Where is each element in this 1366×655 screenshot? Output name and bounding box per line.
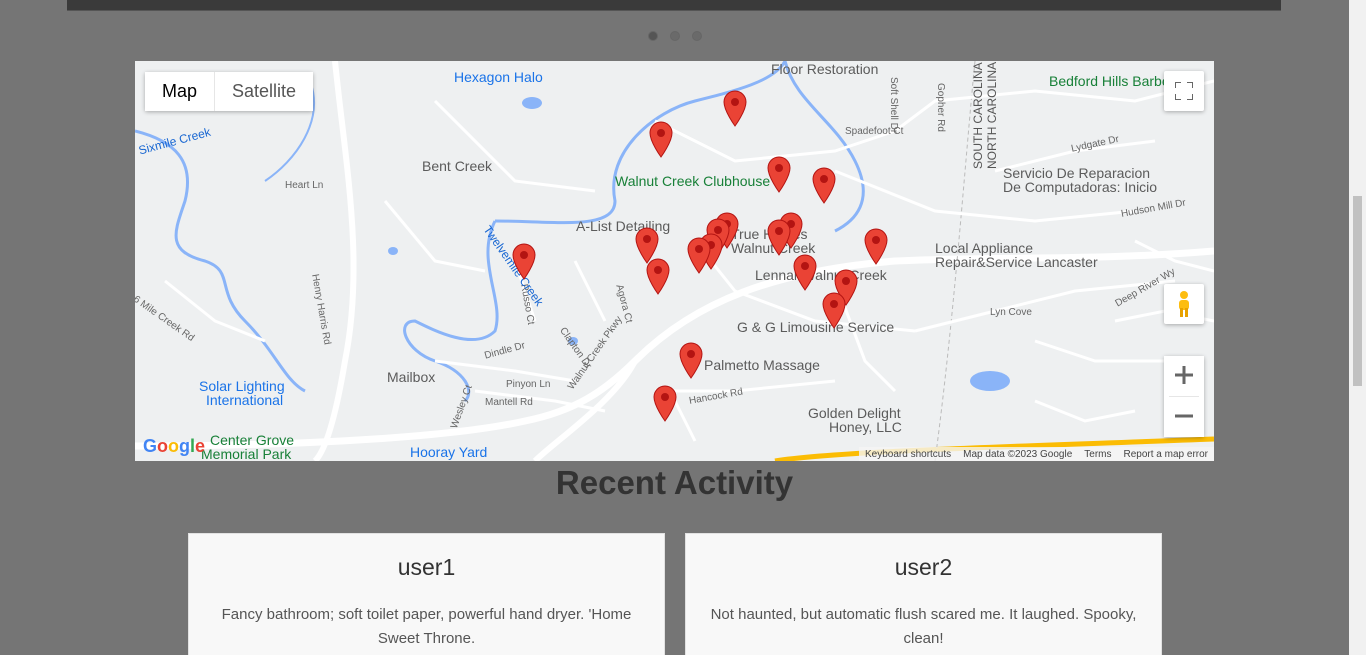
map-marker[interactable] — [766, 218, 792, 256]
map-marker[interactable] — [821, 291, 847, 329]
place-label[interactable]: Golden Delight — [808, 406, 901, 420]
map-marker[interactable] — [863, 227, 889, 265]
place-label[interactable]: Lennar Walnut Creek — [755, 268, 887, 282]
place-label[interactable]: Local Appliance — [935, 241, 1033, 255]
place-label[interactable]: Servicio De Reparacion — [1003, 166, 1150, 180]
place-label[interactable]: Center Grove — [210, 433, 294, 447]
map-data-text: Map data ©2023 Google — [963, 448, 1073, 460]
place-label[interactable]: Bent Creek — [422, 159, 492, 173]
place-label[interactable]: Palmetto Massage — [704, 358, 820, 372]
place-label[interactable]: Hexagon Halo — [454, 70, 543, 84]
place-label[interactable]: Honey, LLC — [829, 420, 902, 434]
place-label[interactable]: Floor Restoration — [771, 62, 878, 76]
page-scrollbar[interactable] — [1349, 0, 1366, 655]
street-view-pegman-button[interactable] — [1164, 284, 1204, 324]
place-label[interactable]: Walnut Creek Clubhouse — [615, 174, 770, 188]
card-review-text: Fancy bathroom; soft toilet paper, power… — [221, 606, 632, 647]
zoom-out-button[interactable] — [1164, 397, 1204, 437]
zoom-control — [1164, 356, 1204, 437]
recent-activity-title: Recent Activity — [555, 464, 794, 501]
map-type-control: Map Satellite — [145, 72, 314, 111]
activity-card: user2 Not haunted, but automatic flush s… — [685, 533, 1162, 655]
road-label: Mantell Rd — [485, 397, 533, 408]
map-marker[interactable] — [678, 341, 704, 379]
road-label: Soft Shell Dr — [888, 77, 899, 134]
place-label[interactable]: Solar Lighting — [199, 379, 285, 393]
keyboard-shortcuts-link[interactable]: Keyboard shortcuts — [865, 449, 951, 460]
card-review-text: Not haunted, but automatic flush scared … — [710, 606, 1137, 647]
zoom-in-button[interactable] — [1164, 356, 1204, 396]
map-type-satellite-button[interactable]: Satellite — [215, 72, 314, 111]
place-label[interactable]: Mailbox — [387, 370, 435, 384]
map-marker[interactable] — [811, 166, 837, 204]
map-type-map-button[interactable]: Map — [145, 72, 216, 111]
card-username: user2 — [894, 554, 953, 580]
map-marker[interactable] — [766, 155, 792, 193]
place-label[interactable]: Bedford Hills Barbe — [1049, 74, 1170, 88]
state-label: NORTH CAROLINA — [985, 61, 999, 169]
map-marker[interactable] — [686, 236, 712, 274]
fullscreen-button[interactable] — [1164, 71, 1204, 111]
terms-link[interactable]: Terms — [1084, 449, 1111, 460]
map-marker[interactable] — [792, 253, 818, 291]
map-marker[interactable] — [648, 120, 674, 158]
place-label[interactable]: De Computadoras: Inicio — [1003, 180, 1157, 194]
map-attribution: Keyboard shortcuts Map data ©2023 Google… — [858, 447, 1214, 461]
road-label: Heart Ln — [285, 180, 324, 191]
place-label[interactable]: Hooray Yard — [410, 445, 487, 459]
carousel-dot-3[interactable] — [692, 31, 702, 41]
place-label[interactable]: Memorial Park — [201, 447, 291, 461]
place-label[interactable]: Repair&Service Lancaster — [935, 255, 1098, 269]
road-label: Lyn Cove — [990, 307, 1032, 318]
carousel-image-strip — [67, 0, 1281, 11]
map-marker[interactable] — [511, 242, 537, 280]
map-marker[interactable] — [645, 257, 671, 295]
report-error-link[interactable]: Report a map error — [1124, 449, 1208, 460]
carousel-dot-2[interactable] — [670, 31, 680, 41]
scrollbar-thumb[interactable] — [1353, 196, 1362, 386]
map-marker[interactable] — [652, 384, 678, 422]
road-label: Gopher Rd — [935, 83, 946, 132]
google-map[interactable]: Hexagon Halo Floor Restoration Bedford H… — [135, 61, 1214, 461]
pegman-icon — [1179, 291, 1189, 317]
carousel-dot-1[interactable] — [648, 31, 658, 41]
road-label: Pinyon Ln — [506, 379, 551, 390]
place-label[interactable]: G & G Limousine Service — [737, 320, 894, 334]
place-label[interactable]: International — [206, 393, 283, 407]
activity-card: user1 Fancy bathroom; soft toilet paper,… — [188, 533, 665, 655]
fullscreen-icon — [1175, 82, 1193, 100]
google-logo[interactable]: Google — [143, 436, 205, 457]
map-marker[interactable] — [722, 89, 748, 127]
plus-icon — [1175, 365, 1193, 384]
carousel-indicators — [648, 31, 702, 41]
minus-icon — [1175, 414, 1193, 417]
card-username: user1 — [397, 554, 456, 580]
state-label: SOUTH CAROLINA — [971, 62, 985, 169]
